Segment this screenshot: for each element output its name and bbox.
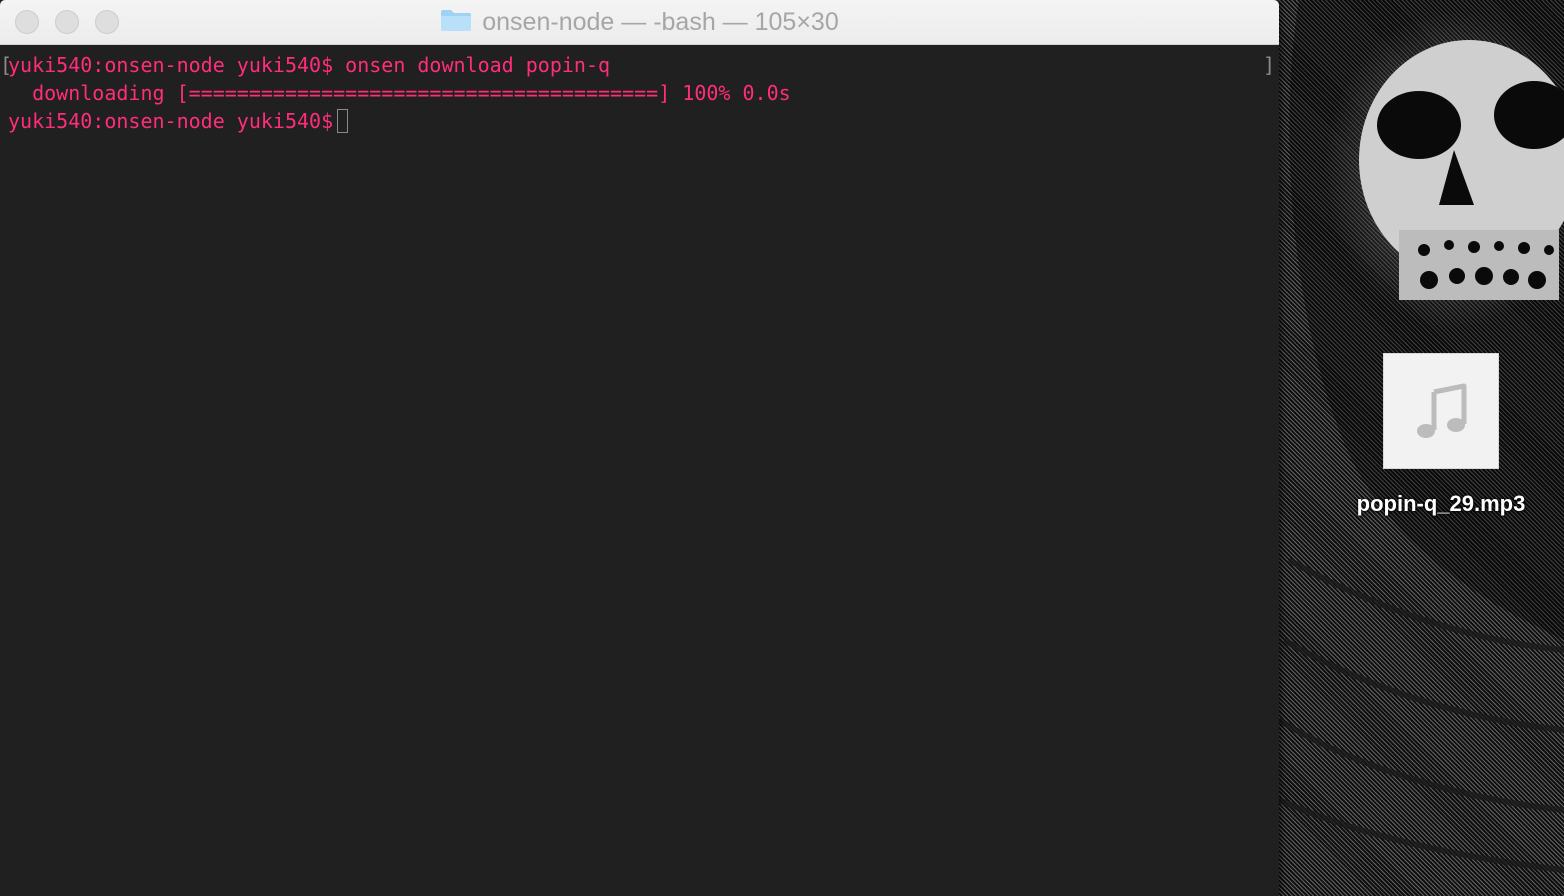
screen: popin-q_29.mp3 onsen-node — -bash — 105×… [0,0,1564,896]
command-text: yuki540:onsen-node yuki540$ onsen downlo… [8,53,611,77]
progress-text: downloading [===========================… [8,81,791,105]
title-bar[interactable]: onsen-node — -bash — 105×30 [0,0,1279,45]
folder-icon [440,8,472,37]
window-title: onsen-node — -bash — 105×30 [482,7,839,36]
terminal-window[interactable]: onsen-node — -bash — 105×30 [ yuki540:on… [0,0,1279,896]
line-right-bracket: ] [1262,53,1275,77]
desktop-file-item[interactable]: popin-q_29.mp3 [1336,353,1546,517]
file-name-label: popin-q_29.mp3 [1356,491,1526,516]
terminal-line-progress: downloading [===========================… [0,79,1279,107]
terminal-line-command: [ yuki540:onsen-node yuki540$ onsen down… [0,51,1279,79]
terminal-line-prompt: yuki540:onsen-node yuki540$ [0,107,1279,135]
file-thumbnail[interactable] [1383,353,1499,469]
prompt-text: yuki540:onsen-node yuki540$ [8,109,334,133]
text-cursor [337,109,349,133]
prompt-line: yuki540:onsen-node yuki540$ [8,107,349,135]
terminal-content[interactable]: [ yuki540:onsen-node yuki540$ onsen down… [0,45,1279,896]
